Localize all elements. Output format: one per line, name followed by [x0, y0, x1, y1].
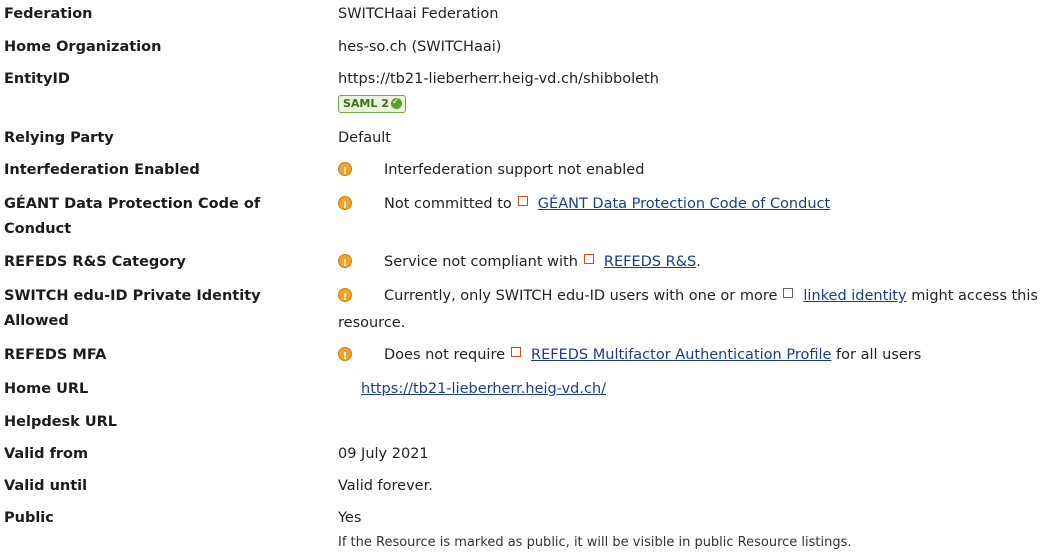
label-geant-code-line1: GÉANT Data Protection Code of — [4, 196, 261, 212]
link-linked-identity[interactable]: linked identity — [803, 288, 906, 304]
value-home-organization: hes-so.ch (SWITCHaai) — [338, 39, 502, 55]
message-refeds-rs: Service not compliant with REFEDS R&S. — [384, 250, 701, 275]
label-valid-from: Valid from — [4, 446, 89, 462]
message-eduid-continuation: resource. — [338, 315, 406, 331]
label-refeds-mfa: REFEDS MFA — [4, 347, 107, 363]
label-home-organization: Home Organization — [4, 39, 162, 55]
label-entity-id: EntityID — [4, 71, 70, 87]
value-public: Yes — [338, 510, 362, 526]
external-link-icon — [583, 254, 594, 264]
label-helpdesk-url: Helpdesk URL — [4, 414, 118, 430]
label-geant-code-line2: Conduct — [4, 221, 72, 237]
label-federation: Federation — [4, 6, 93, 22]
warning-icon — [338, 193, 352, 218]
external-link-icon — [511, 347, 522, 357]
warning-icon — [338, 344, 352, 369]
message-refeds-mfa-prefix: Does not require — [384, 347, 506, 363]
message-refeds-mfa-suffix: for all users — [836, 347, 922, 363]
label-eduid-line1: SWITCH edu-ID Private Identity — [4, 288, 261, 304]
message-eduid: Currently, only SWITCH edu-ID users with… — [384, 284, 1038, 309]
link-refeds-mfa[interactable]: REFEDS Multifactor Authentication Profil… — [531, 347, 831, 363]
message-refeds-rs-suffix: . — [696, 254, 701, 270]
warning-icon — [338, 159, 352, 184]
link-refeds-rs[interactable]: REFEDS R&S — [604, 254, 696, 270]
public-note: If the Resource is marked as public, it … — [338, 535, 852, 550]
label-relying-party: Relying Party — [4, 130, 114, 146]
message-interfederation: Interfederation support not enabled — [384, 162, 645, 178]
label-interfederation: Interfederation Enabled — [4, 162, 200, 178]
saml2-badge: SAML 2 — [338, 95, 406, 113]
message-geant-prefix: Not committed to — [384, 196, 512, 212]
link-home-url[interactable]: https://tb21-lieberherr.heig-vd.ch/ — [361, 381, 606, 397]
saml2-badge-label: SAML 2 — [343, 97, 389, 110]
value-valid-from: 09 July 2021 — [338, 446, 429, 462]
external-link-icon — [783, 288, 794, 298]
warning-icon — [338, 251, 352, 276]
label-home-url: Home URL — [4, 381, 89, 397]
label-valid-until: Valid until — [4, 478, 88, 494]
label-eduid-line2: Allowed — [4, 313, 69, 329]
message-refeds-mfa: Does not require REFEDS Multifactor Authe… — [384, 343, 921, 368]
warning-icon — [338, 285, 352, 310]
message-eduid-prefix: Currently, only SWITCH edu-ID users with… — [384, 288, 778, 304]
link-geant-code[interactable]: GÉANT Data Protection Code of Conduct — [538, 196, 830, 212]
label-refeds-rs: REFEDS R&S Category — [4, 254, 186, 270]
value-valid-until: Valid forever. — [338, 478, 433, 494]
external-link-icon — [517, 196, 528, 206]
message-eduid-suffix: might access this — [911, 288, 1038, 304]
check-icon — [390, 95, 402, 110]
value-federation: SWITCHaai Federation — [338, 6, 499, 22]
value-relying-party: Default — [338, 130, 391, 146]
message-geant: Not committed to GÉANT Data Protection Co… — [384, 192, 830, 217]
message-refeds-rs-prefix: Service not compliant with — [384, 254, 578, 270]
label-public: Public — [4, 510, 54, 526]
value-entity-id: https://tb21-lieberherr.heig-vd.ch/shibb… — [338, 71, 659, 87]
